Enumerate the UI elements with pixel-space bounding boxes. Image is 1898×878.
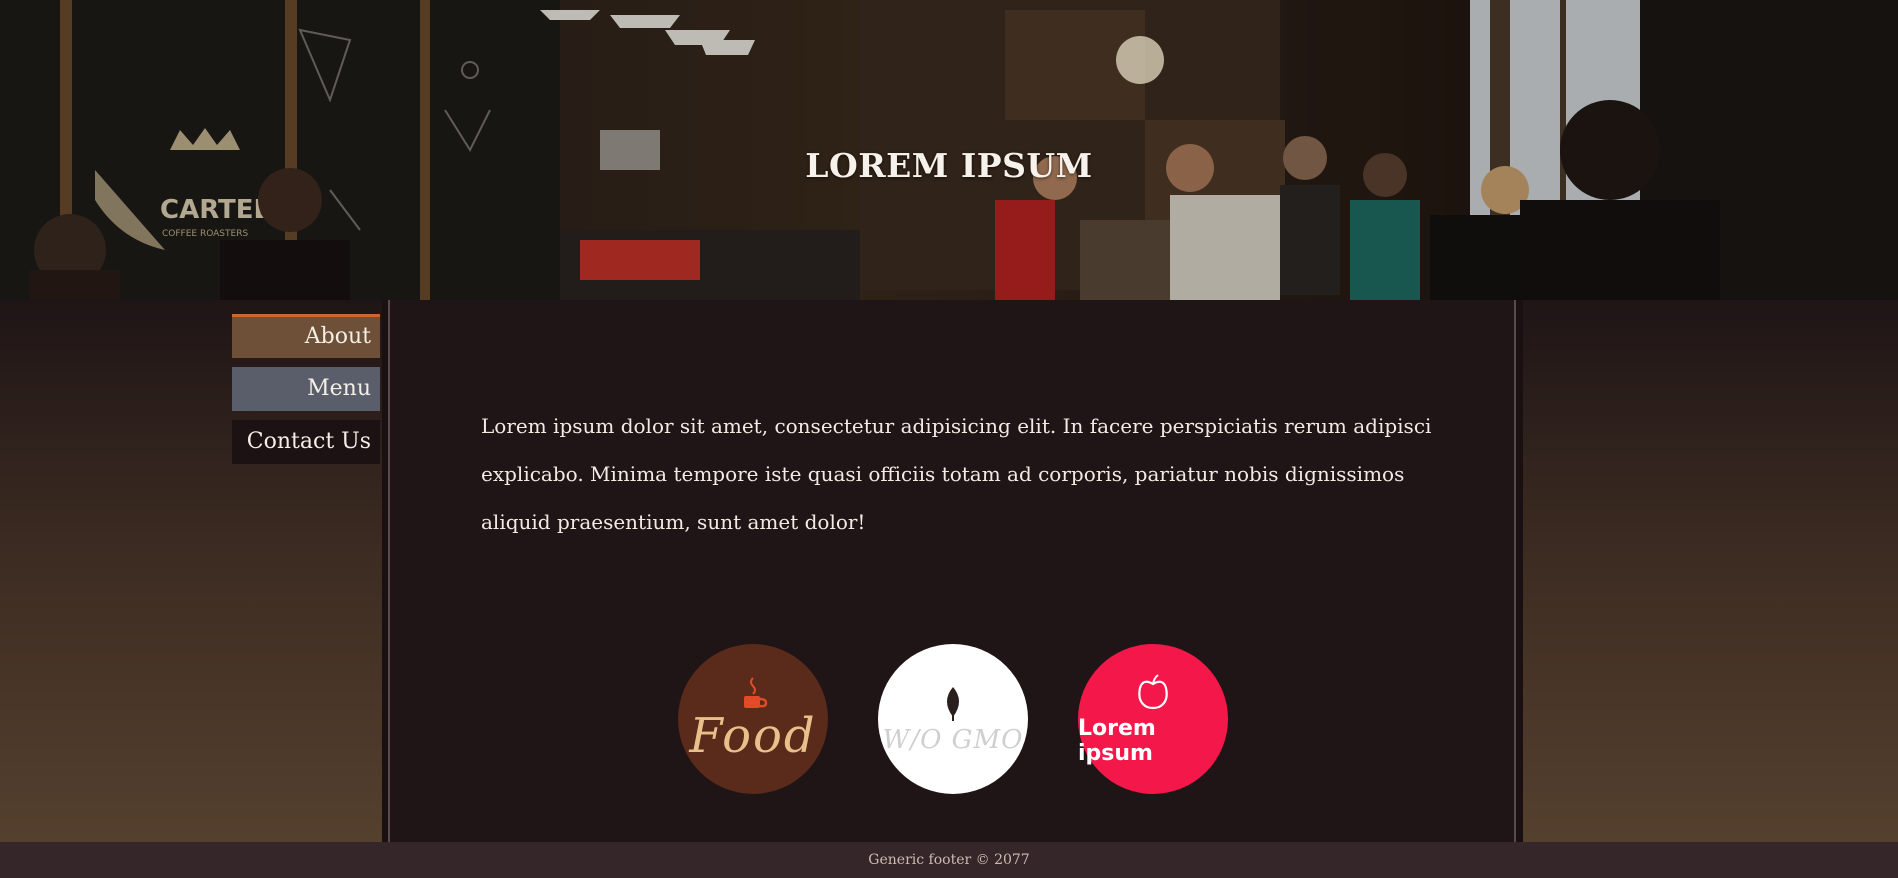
- apple-icon: [1138, 674, 1168, 710]
- leaf-icon: [947, 687, 959, 721]
- nav-item-about[interactable]: About: [232, 314, 380, 358]
- nav-item-menu[interactable]: Menu: [232, 367, 380, 411]
- hero-banner: CARTEL COFFEE ROASTERS LOREM IPSUM: [0, 0, 1898, 300]
- nav-item-contact-us[interactable]: Contact Us: [232, 420, 380, 464]
- badge-food[interactable]: Food: [678, 644, 828, 794]
- badge-gmo[interactable]: W/O GMO: [878, 644, 1028, 794]
- panel-border-right: [1516, 300, 1523, 842]
- page-title: LOREM IPSUM: [805, 146, 1093, 186]
- badge-lorem-ipsum-label: Lorem ipsum: [1078, 716, 1156, 766]
- badge-lorem-ipsum[interactable]: Lorem ipsum: [1078, 644, 1228, 794]
- badge-gmo-label: W/O GMO: [882, 725, 1024, 755]
- badge-food-label: Food: [689, 708, 817, 764]
- intro-paragraph: Lorem ipsum dolor sit amet, consectetur …: [481, 414, 1432, 534]
- footer: Generic footer © 2077: [0, 842, 1898, 878]
- sidebar-nav: About Menu Contact Us: [232, 314, 380, 473]
